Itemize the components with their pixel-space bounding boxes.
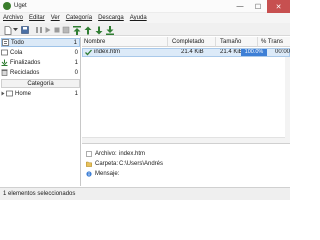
progress-bar: 100.0%	[241, 49, 267, 56]
state-label: Cola	[10, 49, 23, 56]
menu-categoria[interactable]: Categoría	[66, 15, 92, 21]
category-item-home[interactable]: Home 1	[1, 89, 80, 98]
file-completed: 21.4 KiB	[181, 49, 204, 55]
state-label: Reciclados	[10, 69, 40, 76]
details-pane: Archivo: index.htm Carpeta: C:\Users\And…	[82, 143, 290, 187]
detail-carpeta: Carpeta: C:\Users\Andrés	[86, 159, 163, 168]
recycle-icon	[1, 69, 8, 76]
category-header: Categoría	[1, 79, 80, 88]
finished-icon	[1, 59, 8, 66]
file-size: 21.4 KiB	[220, 49, 243, 55]
detail-label: Carpeta:	[95, 160, 119, 167]
maximize-button[interactable]: ☐	[249, 0, 267, 13]
menu-ver[interactable]: Ver	[51, 15, 60, 21]
file-name: index.htm	[94, 49, 121, 55]
state-count: 1	[73, 39, 77, 46]
all-icon	[2, 39, 9, 46]
info-icon	[86, 170, 92, 177]
category-label: Home	[15, 90, 32, 97]
column-tamano[interactable]: Tamaño	[216, 37, 258, 47]
minimize-button[interactable]: —	[231, 0, 249, 13]
completed-check-icon	[85, 49, 92, 56]
menu-editar[interactable]: Editar	[29, 15, 45, 21]
column-completado[interactable]: Completado	[168, 37, 216, 47]
window-title: Uget	[14, 3, 27, 9]
detail-value: C:\Users\Andrés	[119, 160, 164, 167]
move-bottom-icon[interactable]	[105, 25, 114, 35]
menu-descarga[interactable]: Descarga	[98, 15, 124, 21]
move-up-icon[interactable]	[83, 25, 92, 35]
column-nombre[interactable]: Nombre	[82, 37, 168, 47]
detail-mensaje: Mensaje:	[86, 169, 119, 178]
status-bar: 1 elementos seleccionados	[0, 187, 290, 200]
state-count: 1	[74, 59, 78, 66]
state-item-reciclados[interactable]: Reciclados 0	[1, 68, 80, 77]
menu-archivo[interactable]: Archivo	[3, 15, 23, 21]
state-count: 0	[74, 69, 78, 76]
category-count: 1	[74, 90, 78, 97]
state-item-todo[interactable]: Todo 1	[1, 38, 80, 47]
pause-icon[interactable]	[34, 25, 43, 35]
stop-icon[interactable]	[52, 25, 61, 35]
play-icon[interactable]	[43, 25, 52, 35]
detail-label: Mensaje:	[95, 170, 120, 177]
new-download-icon[interactable]	[3, 25, 12, 35]
move-top-icon[interactable]	[72, 25, 81, 35]
detail-value: index.htm	[119, 150, 146, 157]
new-dropdown-icon[interactable]	[12, 25, 18, 35]
vertical-scrollbar[interactable]	[285, 57, 290, 143]
properties-icon[interactable]	[61, 25, 70, 35]
folder-icon	[86, 161, 92, 167]
app-icon	[3, 2, 11, 10]
menu-bar: Archivo Editar Ver Categoría Descarga Ay…	[0, 13, 290, 23]
menu-ayuda[interactable]: Ayuda	[130, 15, 147, 21]
category-icon	[6, 90, 13, 97]
move-down-icon[interactable]	[94, 25, 103, 35]
save-icon[interactable]	[20, 25, 29, 35]
table-row[interactable]: index.htm 21.4 KiB 21.4 KiB 100.0% 00:00	[82, 48, 290, 57]
state-label: Todo	[11, 39, 25, 46]
detail-label: Archivo:	[95, 150, 117, 157]
column-trans[interactable]: % Trans	[258, 37, 290, 47]
file-icon	[86, 150, 92, 157]
state-label: Finalizados	[10, 59, 41, 66]
close-button[interactable]: ✕	[267, 0, 290, 13]
state-item-finalizados[interactable]: Finalizados 1	[1, 58, 80, 67]
file-time: 00:00	[275, 49, 291, 55]
detail-archivo: Archivo: index.htm	[86, 149, 145, 158]
queue-icon	[1, 49, 8, 56]
state-count: 0	[74, 49, 78, 56]
state-item-cola[interactable]: Cola 0	[1, 48, 80, 57]
